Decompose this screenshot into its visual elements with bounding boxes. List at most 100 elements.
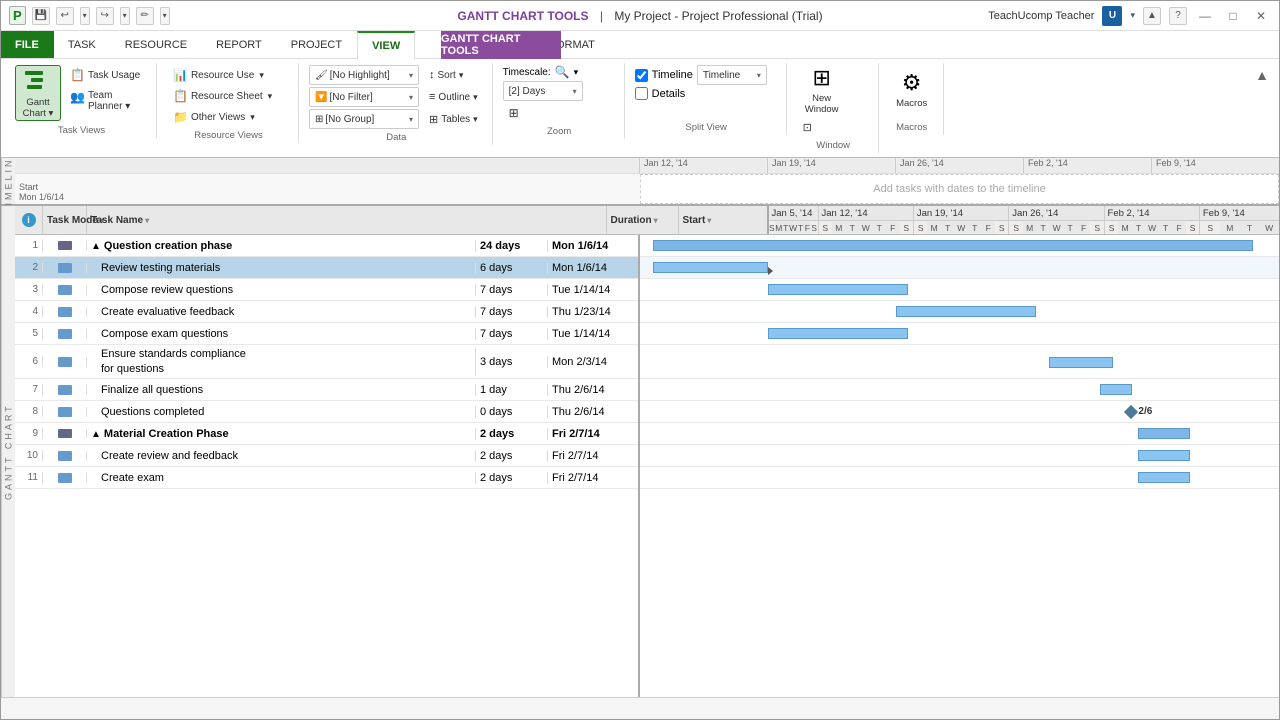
row-mode-11 — [43, 473, 87, 483]
maximize-btn[interactable]: □ — [1223, 8, 1243, 24]
tab-resource[interactable]: RESOURCE — [111, 31, 202, 58]
group-dropdown[interactable]: ⊞ [No Group] ▾ — [309, 109, 419, 129]
tables-button[interactable]: ⊞ Tables ▾ — [423, 109, 484, 129]
day-w2: W — [859, 221, 873, 234]
row-name-2: Review testing materials — [87, 262, 476, 274]
arrange-button[interactable]: ⊡ — [797, 117, 818, 137]
task-table: 1 ▲Question creation phase 24 days Mon 1… — [15, 235, 640, 697]
highlight-dropdown[interactable]: 🖌 [No Highlight] ▾ — [309, 65, 419, 85]
gantt-bar-5 — [768, 328, 909, 339]
resource-sheet-button[interactable]: 📋 Resource Sheet ▾ — [167, 86, 278, 106]
tab-report[interactable]: REPORT — [202, 31, 277, 58]
day-f1: F — [804, 221, 811, 234]
group-resource-views: 📊 Resource Use ▾ 📋 Resource Sheet ▾ 📁 Ot… — [159, 63, 299, 143]
macros-button[interactable]: ⚙ Macros — [889, 65, 935, 115]
team-planner-button[interactable]: 👥 TeamPlanner ▾ — [64, 86, 146, 122]
row-mode-5 — [43, 329, 87, 339]
details-checkbox[interactable] — [635, 87, 648, 100]
qat-save[interactable]: 💾 — [32, 7, 50, 25]
day-headers: S M T W T F S S M T — [769, 221, 1280, 234]
header-task-name[interactable]: Task Name ▾ — [87, 206, 607, 234]
summary-expand-9[interactable]: ▲ — [91, 429, 101, 440]
row-num-6: 6 — [15, 356, 43, 367]
day-t1: T — [782, 221, 789, 234]
gantt-bar-10 — [1138, 450, 1189, 461]
data-row1: 🖌 [No Highlight] ▾ ↕ Sort ▾ — [309, 65, 469, 85]
table-row[interactable]: 3 Compose review questions 7 days Tue 1/… — [15, 279, 638, 301]
outline-button[interactable]: ≡ Outline ▾ — [423, 87, 484, 107]
qat-redo-dropdown[interactable]: ▾ — [120, 7, 130, 25]
minimize-btn[interactable]: — — [1195, 8, 1215, 24]
header-task-mode[interactable]: Task Mode ▾ — [43, 206, 87, 234]
ribbon-collapse-btn[interactable]: ▲ — [1251, 63, 1273, 87]
days-dropdown[interactable]: [2] Days ▾ — [503, 81, 583, 101]
qat-dropdown[interactable]: ▾ — [160, 7, 170, 25]
qat-undo[interactable]: ↩ — [56, 7, 74, 25]
tab-project[interactable]: PROJECT — [277, 31, 357, 58]
timeline-checkbox[interactable] — [635, 69, 648, 82]
other-views-button[interactable]: 📁 Other Views ▾ — [167, 107, 261, 127]
zoom-dropdown-icon[interactable]: ▾ — [574, 67, 579, 78]
qat-custom[interactable]: ✏ — [136, 7, 154, 25]
timeline-drop-area[interactable]: Add tasks with dates to the timeline — [640, 174, 1279, 204]
ribbon-collapse[interactable]: ▲ — [1143, 7, 1161, 25]
table-row[interactable]: 5 Compose exam questions 7 days Tue 1/14… — [15, 323, 638, 345]
gantt-bars-area: 2/6 — [640, 235, 1279, 697]
sort-button[interactable]: ↕ Sort ▾ — [423, 65, 469, 85]
user-avatar: U — [1102, 6, 1122, 26]
resource-use-button[interactable]: 📊 Resource Use ▾ — [167, 65, 270, 85]
filter-dropdown[interactable]: 🔽 [No Filter] ▾ — [309, 87, 419, 107]
user-name: TeachUcomp Teacher — [988, 10, 1094, 22]
connector-arrow-2 — [768, 267, 773, 275]
app-icon: P — [9, 6, 26, 25]
qat-redo[interactable]: ↪ — [96, 7, 114, 25]
table-row[interactable]: 10 Create review and feedback 2 days Fri… — [15, 445, 638, 467]
qat-undo-dropdown[interactable]: ▾ — [80, 7, 90, 25]
day-w4: W — [1050, 221, 1064, 234]
row-dur-8: 0 days — [476, 406, 548, 418]
highlight-label: [No Highlight] — [330, 70, 390, 81]
close-btn[interactable]: ✕ — [1251, 8, 1271, 24]
resource-use-icon: 📊 — [173, 68, 188, 82]
week-feb2: Feb 2, '14 — [1105, 206, 1200, 220]
tab-view[interactable]: VIEW — [357, 31, 415, 59]
help-btn[interactable]: ? — [1169, 7, 1187, 25]
timeline-placeholder: Add tasks with dates to the timeline — [873, 183, 1045, 195]
table-row[interactable]: 9 ▲Material Creation Phase 2 days Fri 2/… — [15, 423, 638, 445]
row-mode-3 — [43, 285, 87, 295]
timeline-select[interactable]: Timeline ▾ — [697, 65, 767, 85]
gantt-row-3 — [640, 279, 1279, 301]
tables-label: Tables — [441, 114, 470, 125]
table-row[interactable]: 8 Questions completed 0 days Thu 2/6/14 — [15, 401, 638, 423]
table-row[interactable]: 4 Create evaluative feedback 7 days Thu … — [15, 301, 638, 323]
table-row[interactable]: 7 Finalize all questions 1 day Thu 2/6/1… — [15, 379, 638, 401]
day-s11: S — [1200, 221, 1220, 234]
filter-icon: 🔽 — [315, 92, 327, 103]
day-t9: T — [1132, 221, 1146, 234]
task-usage-button[interactable]: 📋 Task Usage — [64, 65, 146, 85]
table-row[interactable]: 2 Review testing materials 6 days Mon 1/… — [15, 257, 638, 279]
split-view-label: Split View — [627, 122, 786, 133]
new-window-button[interactable]: ⊞ New Window — [797, 65, 847, 115]
header-start[interactable]: Start ▾ — [679, 206, 769, 234]
row-num-4: 4 — [15, 306, 43, 317]
days-jan5-week: S M T W T F S — [769, 221, 819, 234]
day-t4: T — [873, 221, 887, 234]
table-row[interactable]: 1 ▲Question creation phase 24 days Mon 1… — [15, 235, 638, 257]
gantt-chart-button[interactable]: GanttChart ▾ — [15, 65, 61, 121]
fit-view-button[interactable]: ⊞ — [503, 103, 525, 123]
day-s10: S — [1186, 221, 1200, 234]
tools-tab-label[interactable]: GANTT CHART TOOLS — [441, 31, 561, 59]
zoom-icon[interactable]: 🔍 — [555, 65, 570, 79]
resource-use-label: Resource Use — [191, 70, 254, 81]
user-dropdown[interactable]: ▾ — [1130, 10, 1135, 21]
header-duration[interactable]: Duration ▾ — [607, 206, 679, 234]
table-row[interactable]: 11 Create exam 2 days Fri 2/7/14 — [15, 467, 638, 489]
tab-file[interactable]: FILE — [1, 31, 54, 58]
tab-task[interactable]: TASK — [54, 31, 111, 58]
row-dur-3: 7 days — [476, 284, 548, 296]
summary-expand-1[interactable]: ▲ — [91, 241, 101, 252]
filter-label: [No Filter] — [329, 92, 372, 103]
row-num-8: 8 — [15, 406, 43, 417]
table-row[interactable]: 6 Ensure standards compliancefor questio… — [15, 345, 638, 379]
